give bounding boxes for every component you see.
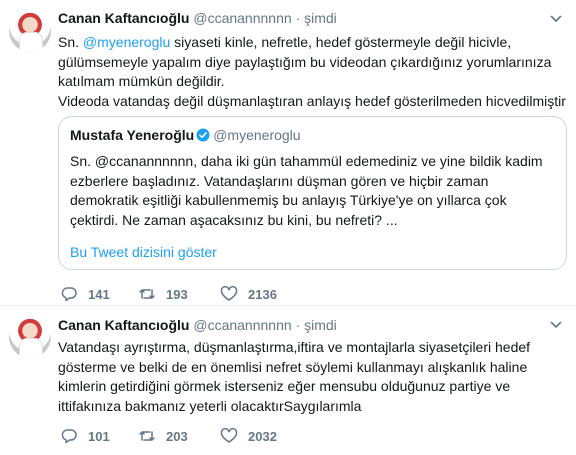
- retweet-button[interactable]: 193: [138, 284, 188, 304]
- timestamp[interactable]: şimdi: [304, 10, 337, 26]
- like-count: 2136: [248, 286, 277, 302]
- show-thread-link[interactable]: Bu Tweet dizisini göster: [70, 243, 217, 261]
- quoted-tweet-header: Mustafa Yeneroğlu @myeneroglu: [70, 126, 301, 144]
- tweet[interactable]: Canan Kaftancıoğlu @ccanannnnnn · şimdi …: [0, 307, 576, 455]
- retweet-icon: [139, 289, 155, 299]
- separator: ·: [295, 10, 301, 26]
- timestamp[interactable]: şimdi: [304, 317, 337, 333]
- tweet[interactable]: Canan Kaftancıoğlu @ccanannnnnn · şimdi …: [0, 0, 576, 306]
- like-button[interactable]: 2032: [220, 426, 277, 446]
- author-name[interactable]: Canan Kaftancıoğlu: [58, 317, 189, 333]
- tweet-text-line2: Videoda vatandaş değil düşmanlaştıran an…: [58, 92, 566, 109]
- quoted-author-handle[interactable]: @myeneroglu: [213, 127, 300, 143]
- author-name[interactable]: Canan Kaftancıoğlu: [58, 10, 189, 26]
- mention-link[interactable]: @myeneroglu: [83, 34, 170, 50]
- heart-icon: [220, 428, 238, 443]
- chevron-down-icon[interactable]: [550, 13, 562, 25]
- reply-button[interactable]: 101: [60, 426, 110, 446]
- chevron-down-icon[interactable]: [550, 319, 562, 331]
- tweet-header: Canan Kaftancıoğlu @ccanannnnnn · şimdi: [58, 316, 337, 334]
- quoted-author-name[interactable]: Mustafa Yeneroğlu: [70, 127, 194, 143]
- author-handle[interactable]: @ccanannnnnn: [193, 317, 291, 333]
- reply-count: 141: [88, 286, 110, 302]
- verified-badge-icon: [196, 128, 210, 142]
- quoted-tweet[interactable]: Mustafa Yeneroğlu @myeneroglu Sn. @ccanan…: [58, 116, 567, 270]
- retweet-count: 203: [166, 428, 188, 444]
- tweet-text: Vatandaşı ayrıştırma, düşmanlaştırma,ift…: [58, 339, 531, 414]
- quoted-tweet-text: Sn. @ccanannnnnn, daha iki gün tahammül …: [70, 153, 543, 228]
- reply-icon: [61, 429, 77, 444]
- reply-icon: [61, 287, 77, 302]
- heart-icon: [220, 286, 238, 301]
- reply-button[interactable]: 141: [60, 284, 110, 304]
- reply-count: 101: [88, 428, 110, 444]
- avatar[interactable]: [9, 10, 51, 52]
- retweet-button[interactable]: 203: [138, 426, 188, 446]
- retweet-icon: [139, 431, 155, 441]
- like-count: 2032: [248, 428, 277, 444]
- author-handle[interactable]: @ccanannnnnn: [193, 10, 291, 26]
- tweet-header: Canan Kaftancıoğlu @ccanannnnnn · şimdi: [58, 9, 337, 27]
- retweet-count: 193: [166, 286, 188, 302]
- separator: ·: [295, 317, 301, 333]
- like-button[interactable]: 2136: [220, 284, 277, 304]
- tweet-text: Sn. @myeneroglu siyaseti kinle, nefretle…: [58, 33, 568, 111]
- avatar[interactable]: [9, 316, 51, 358]
- tweet-text-start: Sn.: [58, 34, 83, 50]
